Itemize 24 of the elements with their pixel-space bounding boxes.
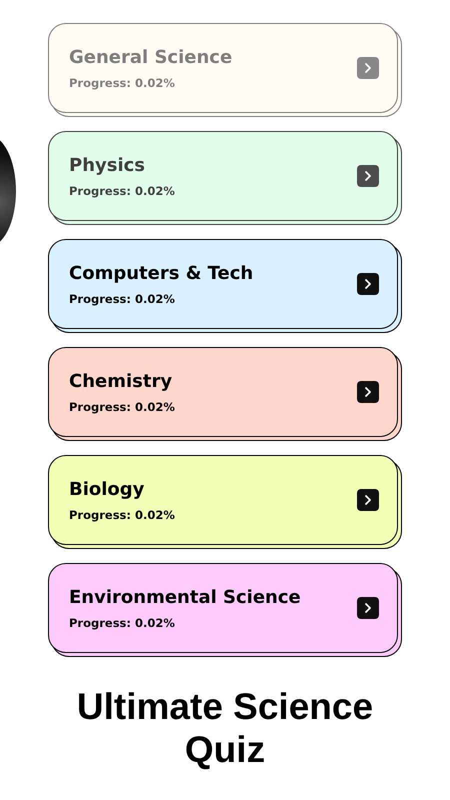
category-card[interactable]: Biology Progress: 0.02% (48, 455, 398, 545)
progress-text: Progress: 0.02% (69, 400, 176, 414)
progress-text: Progress: 0.02% (69, 292, 176, 306)
progress-text: Progress: 0.02% (69, 76, 176, 90)
chevron-right-icon[interactable] (357, 489, 379, 511)
category-card[interactable]: Computers & Tech Progress: 0.02% (48, 239, 398, 329)
category-title: General Science (69, 46, 234, 68)
category-title: Physics (69, 154, 146, 176)
category-card[interactable]: General Science Progress: 0.02% (48, 23, 398, 113)
chevron-right-icon[interactable] (357, 273, 379, 295)
chevron-right-icon[interactable] (357, 597, 379, 619)
category-title: Biology (69, 478, 146, 500)
chevron-right-icon[interactable] (357, 165, 379, 187)
progress-text: Progress: 0.02% (69, 184, 176, 198)
category-card[interactable]: Physics Progress: 0.02% (48, 131, 398, 221)
app-title: Ultimate Science Quiz (76, 685, 374, 771)
category-title: Chemistry (69, 370, 174, 392)
category-card[interactable]: Chemistry Progress: 0.02% (48, 347, 398, 437)
progress-text: Progress: 0.02% (69, 508, 176, 522)
category-card[interactable]: Environmental Science Progress: 0.02% (48, 563, 398, 653)
category-title: Computers & Tech (69, 262, 254, 284)
progress-text: Progress: 0.02% (69, 616, 176, 630)
chevron-right-icon[interactable] (357, 381, 379, 403)
category-title: Environmental Science (69, 586, 302, 608)
